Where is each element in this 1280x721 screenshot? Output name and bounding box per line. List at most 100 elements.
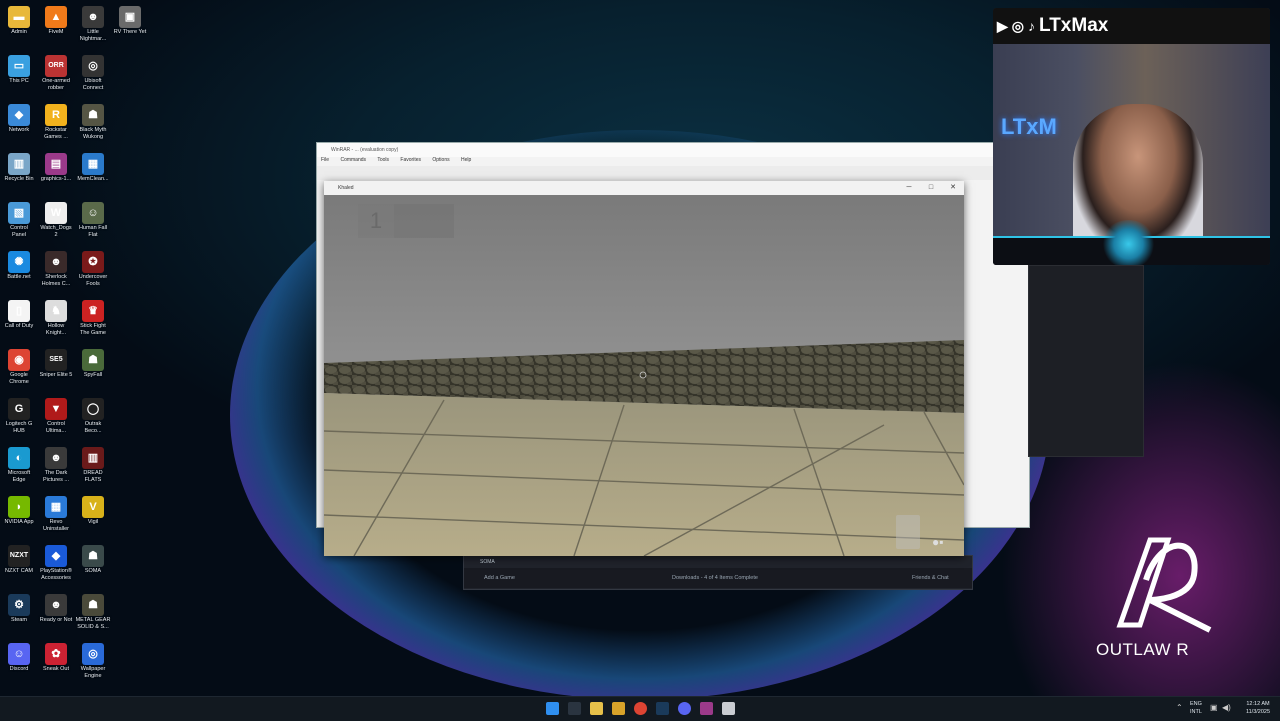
steam-game-row[interactable]: SOMA — [464, 556, 972, 568]
desktop-icon[interactable]: ☺ Human Fall Flat — [74, 200, 112, 248]
folder-icon[interactable] — [612, 702, 625, 715]
desktop-icon[interactable]: W Watch_Dogs 2 — [37, 200, 75, 248]
desktop-icon[interactable]: ▥ Recycle Bin — [0, 151, 38, 199]
add-game-button[interactable]: Add a Game — [484, 568, 515, 588]
close-button[interactable]: ✕ — [942, 181, 964, 195]
desktop-icon[interactable]: V Vigil — [74, 494, 112, 542]
desktop-icon[interactable]: ✪ Undercover Fools — [74, 249, 112, 297]
desktop-icon[interactable]: ◆ Network — [0, 102, 38, 150]
search-icon[interactable] — [568, 702, 581, 715]
desktop-icon[interactable]: ▦ MemClean... — [74, 151, 112, 199]
steam-window[interactable]: SOMA Add a Game Downloads - 4 of 4 Items… — [463, 555, 973, 590]
clock[interactable]: 12:12 AM 11/3/2025 — [1240, 700, 1276, 716]
clock-date: 11/3/2025 — [1245, 709, 1271, 715]
desktop-icon[interactable]: ▧ Control Panel — [0, 200, 38, 248]
dark-background-window[interactable] — [1028, 265, 1144, 457]
game-icon: ✪ — [82, 251, 104, 273]
maximize-button[interactable]: □ — [920, 181, 942, 195]
friends-chat-button[interactable]: Friends & Chat — [912, 568, 949, 588]
desktop-icon-label: PlayStation® Accessories — [40, 568, 72, 581]
desktop-icon-label: DREAD FLATS — [83, 470, 103, 483]
desktop-icon[interactable]: ☻ Sherlock Holmes C... — [37, 249, 75, 297]
desktop-icon[interactable]: ♛ Stick Fight The Game — [74, 298, 112, 346]
app-window-icon[interactable] — [722, 702, 735, 715]
desktop-icon[interactable]: ▥ DREAD FLATS — [74, 445, 112, 493]
desktop-icon[interactable]: ORR One-armed robber — [37, 53, 75, 101]
file-explorer-icon[interactable] — [590, 702, 603, 715]
game-icon: V — [82, 496, 104, 518]
desktop-icon[interactable]: ⚙ Steam — [0, 592, 38, 640]
desktop-icon[interactable]: ◐ Microsoft Edge — [0, 445, 38, 493]
desktop-icon[interactable]: ▣ RV There Yet — [111, 4, 149, 52]
desktop-icon-label: Wallpaper Engine — [80, 666, 106, 679]
desktop-icon-label: Control Ultima... — [45, 421, 67, 434]
menu-commands[interactable]: Commands — [340, 157, 366, 163]
tray-chevron-icon[interactable]: ⌃ — [1176, 703, 1183, 712]
game-window[interactable]: Khaled ─ □ ✕ 1 ●▪ — [324, 181, 964, 556]
desktop-icon[interactable]: ▬ Admin — [0, 4, 38, 52]
desktop-icon[interactable]: ◎ Wallpaper Engine — [74, 641, 112, 689]
game-icon: ♞ — [45, 300, 67, 322]
desktop-icon[interactable]: ▤ graphics-1... — [37, 151, 75, 199]
menu-favorites[interactable]: Favorites — [400, 157, 421, 163]
desktop-icon[interactable]: ☻ Little Nightmar... — [74, 4, 112, 52]
game-viewport[interactable]: 1 ●▪ — [324, 195, 964, 556]
desktop-icon[interactable]: SE5 Sniper Elite 5 — [37, 347, 75, 395]
minimize-button[interactable]: ─ — [898, 181, 920, 195]
menu-help[interactable]: Help — [461, 157, 471, 163]
desktop-icon-label: Steam — [11, 617, 27, 623]
desktop-icon[interactable]: ▲ FiveM — [37, 4, 75, 52]
desktop-icon[interactable]: ☻ The Dark Pictures ... — [37, 445, 75, 493]
desktop-icon-label: This PC — [9, 78, 29, 84]
desktop-icon[interactable]: ☺ Discord — [0, 641, 38, 689]
desktop-icon[interactable]: ◉ Google Chrome — [0, 347, 38, 395]
steam-icon[interactable] — [656, 702, 669, 715]
desktop-icon[interactable]: ▭ This PC — [0, 53, 38, 101]
desktop-icon-label: Battle.net — [7, 274, 31, 280]
desktop-icon-label: Google Chrome — [9, 372, 29, 385]
desktop-icon[interactable]: ◆ PlayStation® Accessories — [37, 543, 75, 591]
desktop-icon[interactable]: ☗ SOMA — [74, 543, 112, 591]
desktop-icon-label: Discord — [9, 666, 29, 672]
desktop-icon-label: Undercover Fools — [78, 274, 108, 287]
desktop-icon[interactable]: R Rockstar Games ... — [37, 102, 75, 150]
desktop-icon-label: Recycle Bin — [4, 176, 34, 182]
outlaw-logo-mark — [1116, 537, 1212, 633]
game-window-title: Khaled — [338, 185, 354, 191]
downloads-status[interactable]: Downloads - 4 of 4 Items Complete — [672, 568, 758, 588]
desktop-icon[interactable]: ◗ NVIDIA App — [0, 494, 38, 542]
desktop-icon[interactable]: ✺ Battle.net — [0, 249, 38, 297]
desktop-icon[interactable]: NZXT NZXT CAM — [0, 543, 38, 591]
menu-tools[interactable]: Tools — [377, 157, 389, 163]
desktop-icon[interactable]: ◎ Ubisoft Connect — [74, 53, 112, 101]
winrar-icon: ▤ — [45, 153, 67, 175]
game-window-titlebar[interactable]: Khaled ─ □ ✕ — [324, 181, 964, 195]
game-icon: ✿ — [45, 643, 67, 665]
desktop-icon[interactable]: G Logitech G HUB — [0, 396, 38, 444]
desktop-icon-label: Admin — [11, 29, 27, 35]
desktop-icon[interactable]: ☻ Ready or Not — [37, 592, 75, 640]
winrar-icon[interactable] — [700, 702, 713, 715]
language-indicator[interactable]: ENG INTL — [1190, 700, 1202, 716]
desktop-icon[interactable]: ▦ Revo Uninstaller — [37, 494, 75, 542]
desktop-icon[interactable]: ▼ Control Ultima... — [37, 396, 75, 444]
desktop-icon[interactable]: ▯ Call of Duty — [0, 298, 38, 346]
desktop-icon[interactable]: ◯ Outrak Beco... — [74, 396, 112, 444]
volume-icon[interactable]: ◀) — [1222, 703, 1231, 712]
background-window-toolbar[interactable] — [317, 166, 1029, 180]
outlaw-wordmark: OUTLAW R — [1096, 640, 1190, 659]
webcam-header: ▶ ◎ ♪ LTxMax — [993, 8, 1270, 44]
wolf-emblem-icon — [1101, 220, 1156, 265]
start-button-icon[interactable] — [546, 702, 559, 715]
menu-options[interactable]: Options — [432, 157, 449, 163]
desktop-icon[interactable]: ♞ Hollow Knight... — [37, 298, 75, 346]
desktop-icon[interactable]: ✿ Sneak Out — [37, 641, 75, 689]
chrome-icon[interactable] — [634, 702, 647, 715]
discord-icon[interactable] — [678, 702, 691, 715]
desktop-icon-label: One-armed robber — [42, 78, 70, 91]
desktop-icon[interactable]: ☗ Black Myth Wukong — [74, 102, 112, 150]
network-icon[interactable]: ▣ — [1210, 703, 1218, 712]
desktop-icon[interactable]: ☗ SpyFall — [74, 347, 112, 395]
menu-file[interactable]: File — [321, 157, 329, 163]
desktop-icon[interactable]: ☗ METAL GEAR SOLID & S... — [74, 592, 112, 640]
